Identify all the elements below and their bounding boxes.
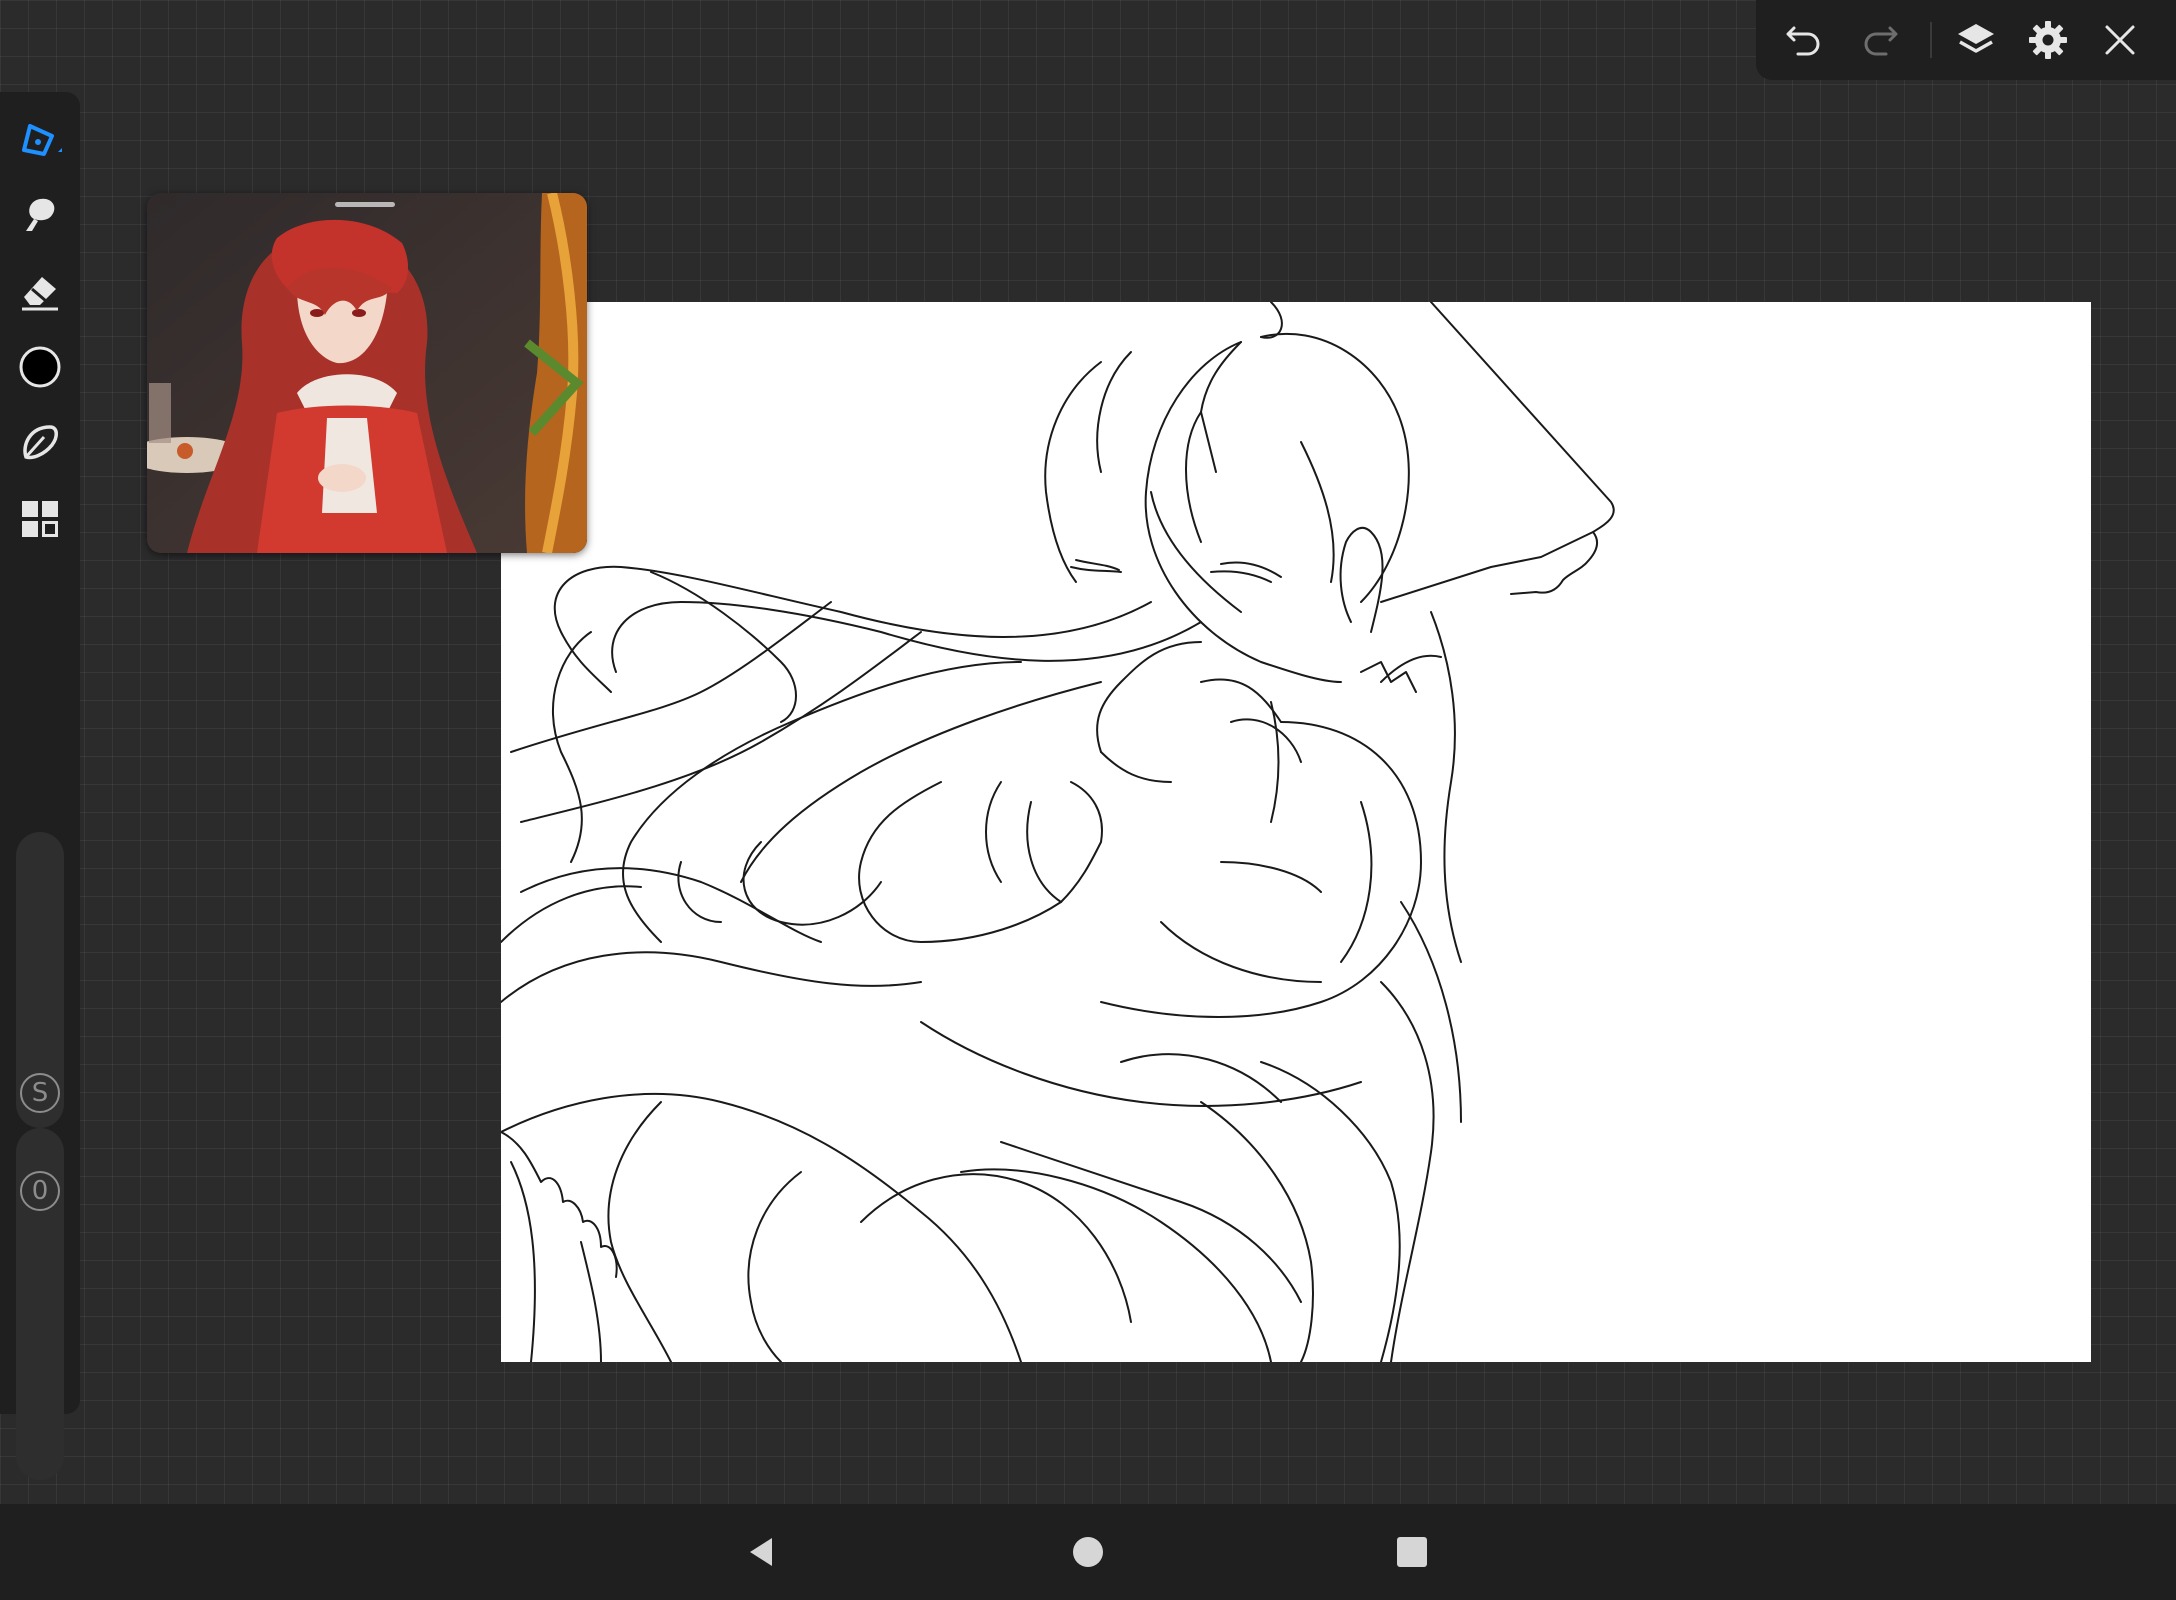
home-button[interactable] xyxy=(1060,1524,1116,1580)
undo-icon xyxy=(1786,26,1820,56)
lasso-tool-button[interactable] xyxy=(12,415,68,471)
color-swatch-icon xyxy=(19,346,61,388)
layers-button[interactable] xyxy=(1948,12,2004,68)
brush-opacity-knob[interactable]: 0 xyxy=(17,1168,63,1214)
eraser-icon xyxy=(22,277,58,311)
redo-icon xyxy=(1864,26,1898,56)
brush-opacity-label: 0 xyxy=(31,1176,49,1206)
layers-icon xyxy=(1958,24,1994,53)
system-nav-bar xyxy=(0,1504,2176,1600)
drawing-canvas[interactable] xyxy=(501,302,2091,1362)
settings-button[interactable] xyxy=(2020,12,2076,68)
brush-size-knob[interactable]: S xyxy=(17,1070,63,1116)
gear-icon xyxy=(2029,21,2067,59)
brush-size-slider[interactable]: S xyxy=(16,832,64,1128)
tool-rail: S 0 xyxy=(0,92,80,1480)
lasso-icon xyxy=(23,425,58,460)
brush-size-label: S xyxy=(31,1078,49,1108)
pen-tool-button[interactable] xyxy=(12,110,68,166)
gallery-grid-icon xyxy=(22,501,58,537)
recents-button[interactable] xyxy=(1384,1524,1440,1580)
line-art-sketch xyxy=(501,302,1615,1362)
smudge-icon xyxy=(26,198,55,231)
brush-opacity-slider[interactable]: 0 xyxy=(16,1128,64,1480)
close-icon xyxy=(2105,25,2135,55)
close-button[interactable] xyxy=(2092,12,2148,68)
redo-button[interactable] xyxy=(1852,12,1908,68)
reference-illustration xyxy=(147,193,587,553)
recents-square-icon xyxy=(1397,1537,1427,1567)
undo-button[interactable] xyxy=(1776,12,1832,68)
back-triangle-icon xyxy=(750,1538,772,1566)
reference-window-drag-handle[interactable] xyxy=(335,202,395,207)
eraser-tool-button[interactable] xyxy=(12,263,68,319)
home-circle-icon xyxy=(1073,1537,1103,1567)
color-picker-button[interactable] xyxy=(12,339,68,395)
toolbar-divider xyxy=(1930,22,1932,58)
back-button[interactable] xyxy=(734,1524,790,1580)
reference-image-window[interactable] xyxy=(147,193,587,553)
gallery-button[interactable] xyxy=(12,491,68,547)
top-toolbar xyxy=(1756,0,2176,80)
pen-icon xyxy=(22,124,62,156)
smudge-tool-button[interactable] xyxy=(12,187,68,243)
